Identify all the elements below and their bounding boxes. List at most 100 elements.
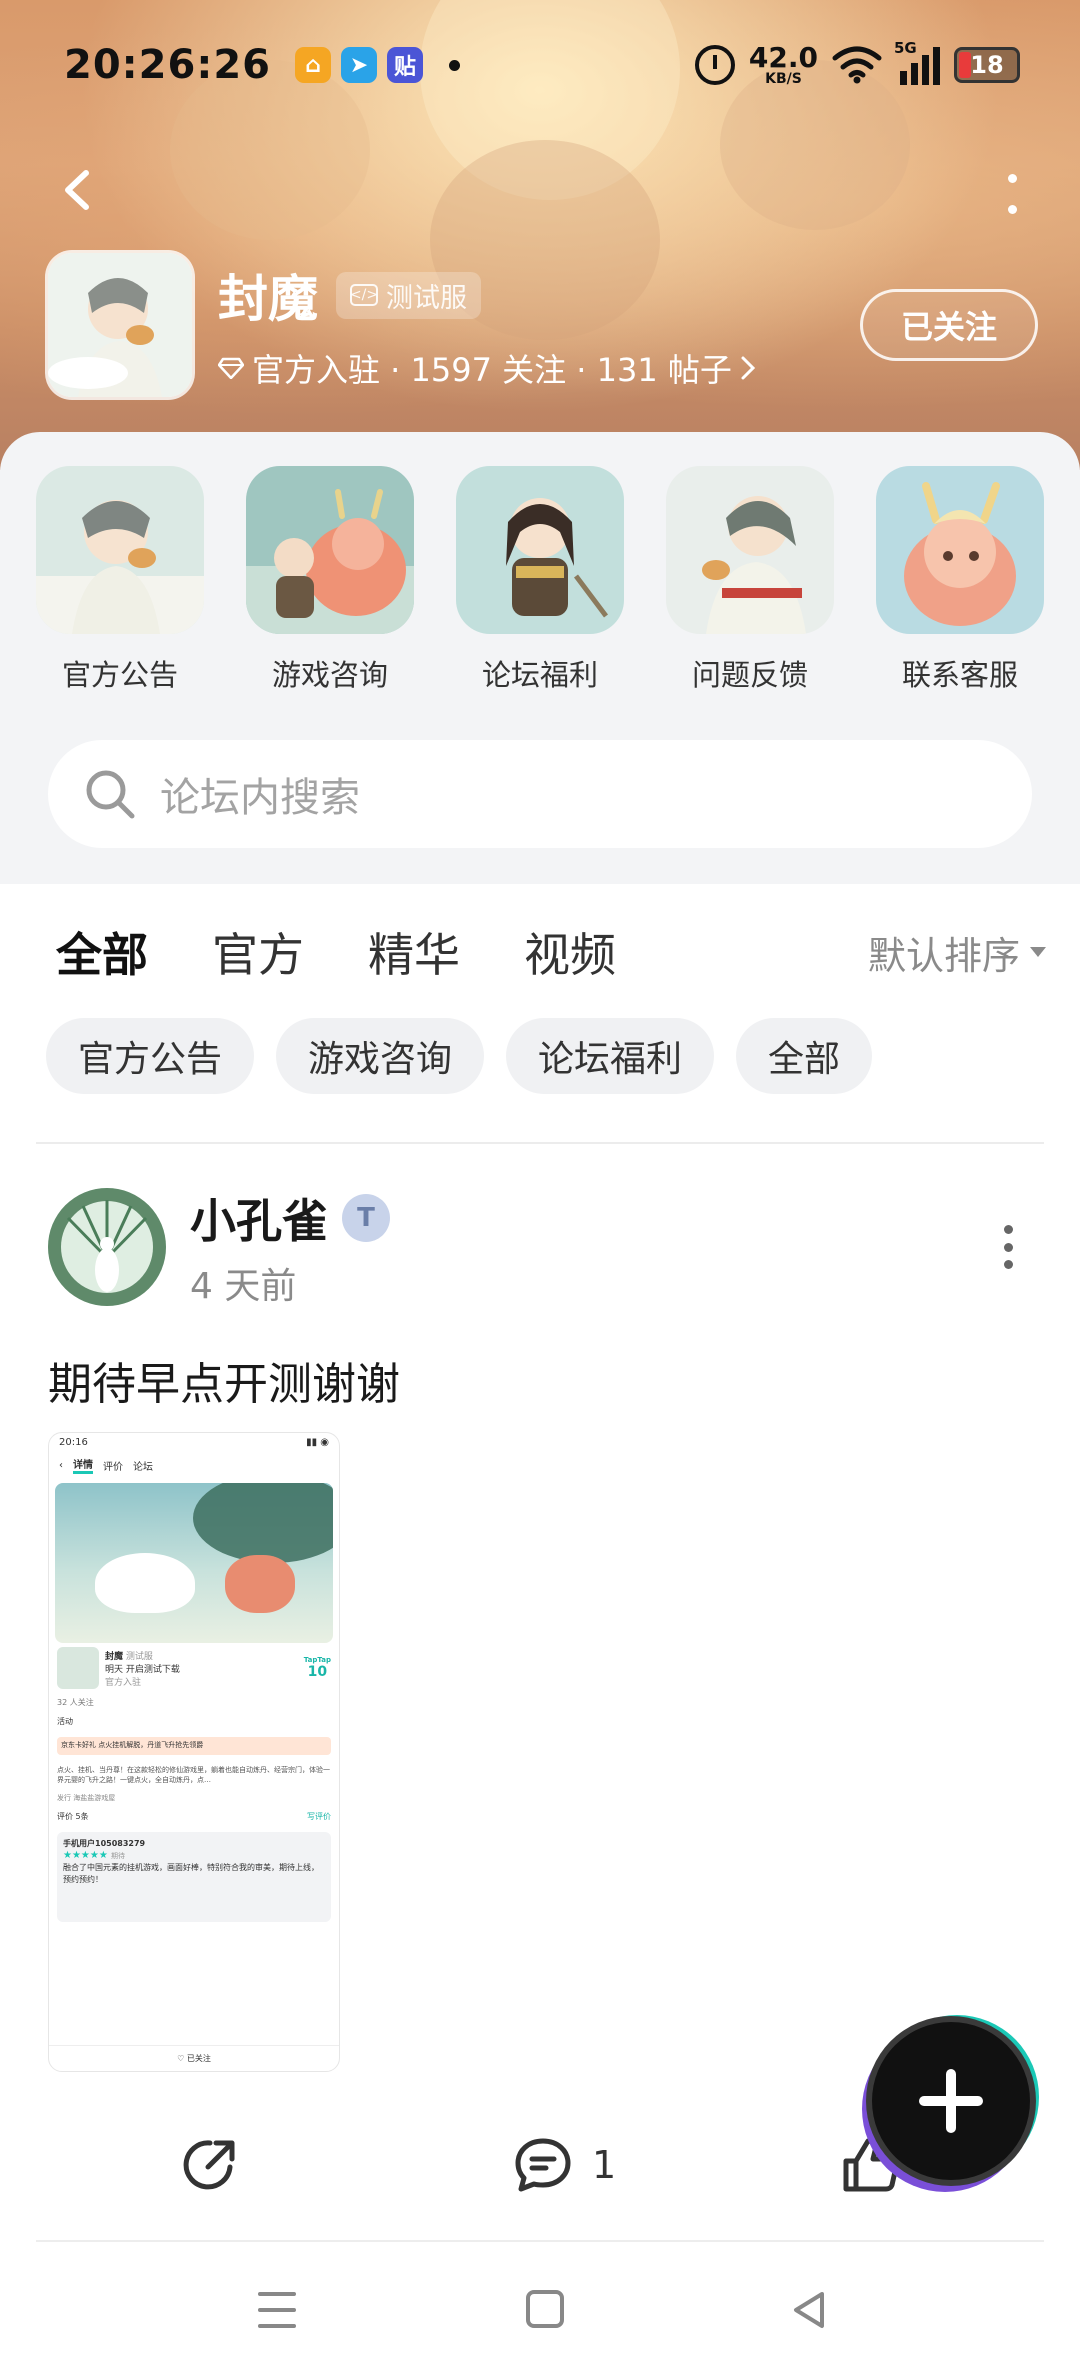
user-level-icon: T	[342, 1194, 390, 1242]
test-server-badge: </> 测试服	[336, 271, 481, 319]
back-triangle-icon[interactable]	[790, 2290, 826, 2330]
chip-official-notice[interactable]: 官方公告	[46, 1018, 255, 1094]
forum-info: 封魔 </> 测试服 官方入驻 · 1597 关注 · 131 帖子 已关注	[48, 250, 1038, 400]
mini-activity: 京东卡好礼 点火挂机解脱，丹道飞升抢先领爵	[57, 1737, 331, 1755]
post-image[interactable]: 20:16 ▮▮ ◉ ‹ 详情 评价 论坛 封魔 测试服 明天 开启测试下载 官…	[48, 1432, 340, 2072]
test-server-label: 测试服	[386, 282, 467, 314]
status-bar: 20:26:26 ⌂ ➤ 贴 42.0 KB/S 5G 18	[0, 30, 1080, 100]
mini-game-badge: 测试服	[125, 1651, 153, 1662]
shortcut-label: 官方公告	[61, 658, 178, 692]
divider	[36, 2240, 1044, 2242]
mini-game-icon	[57, 1647, 99, 1689]
status-clock: 20:26:26	[64, 42, 271, 88]
category-chips: 官方公告 游戏咨询 论坛福利 全部	[46, 1018, 873, 1094]
notification-icons: ⌂ ➤ 贴	[294, 47, 460, 83]
shortcut-game-consult-image	[246, 466, 414, 634]
avatar[interactable]	[48, 1188, 166, 1306]
battery-icon: 18	[954, 47, 1020, 83]
mini-score: 10	[307, 1664, 328, 1680]
forum-title-row: 封魔 </> 测试服	[218, 259, 756, 331]
forum-search-input[interactable]: 论坛内搜索	[48, 740, 1032, 848]
mini-back-icon: ‹	[59, 1459, 63, 1471]
home-icon[interactable]	[526, 2290, 564, 2328]
mini-review-count: 评价 5条	[57, 1812, 89, 1821]
mini-activity-label: 活动	[57, 1717, 73, 1726]
share-icon	[183, 2140, 235, 2190]
net-speed-unit: KB/S	[765, 71, 802, 87]
forum-sheet: 官方公告 游戏咨询 论坛福利 问题反馈 联系客服 论坛内搜索	[0, 432, 1080, 884]
network-type-label: 5G	[894, 39, 917, 57]
wifi-icon	[832, 46, 882, 84]
sort-label: 默认排序	[867, 933, 1020, 978]
shortcut-official-notice[interactable]: 官方公告	[36, 466, 204, 694]
post-image-screenshot: 20:16 ▮▮ ◉ ‹ 详情 评价 论坛 封魔 测试服 明天 开启测试下载 官…	[49, 1433, 339, 2071]
forum-header: 20:26:26 ⌂ ➤ 贴 42.0 KB/S 5G 18 封魔 </> 测试…	[0, 0, 1080, 470]
shortcut-customer-service[interactable]: 联系客服	[876, 466, 1044, 694]
post-content[interactable]: 期待早点开测谢谢	[48, 1348, 400, 1412]
code-icon: </>	[350, 284, 378, 306]
back-icon[interactable]	[58, 170, 98, 210]
share-button[interactable]	[180, 2135, 240, 2195]
post-more-icon[interactable]	[1002, 1225, 1014, 1269]
comment-button[interactable]: 1	[512, 2135, 616, 2195]
mini-heart-icon: ♡	[177, 2054, 187, 2063]
alarm-icon	[694, 45, 735, 85]
forum-meta[interactable]: 官方入驻 · 1597 关注 · 131 帖子	[218, 345, 756, 391]
caret-down-icon	[1030, 947, 1046, 957]
status-right: 42.0 KB/S 5G 18	[694, 39, 1020, 87]
tab-all[interactable]: 全部	[56, 919, 148, 985]
mini-bottom-follow: 已关注	[186, 2054, 211, 2063]
mini-tab-forum: 论坛	[133, 1461, 153, 1473]
shortcut-forum-benefits[interactable]: 论坛福利	[456, 466, 624, 694]
cell-signal-icon: 5G	[894, 39, 940, 85]
tab-official[interactable]: 官方	[212, 919, 304, 985]
mini-game-desc: 明天 开启测试下载	[105, 1664, 180, 1675]
mini-status-icons: ▮▮ ◉	[306, 1437, 329, 1448]
mini-tab-detail: 详情	[73, 1456, 93, 1474]
mini-footer: ♡ 已关注	[49, 2045, 339, 2071]
create-post-button[interactable]	[872, 2022, 1030, 2180]
forum-text: 封魔 </> 测试服 官方入驻 · 1597 关注 · 131 帖子	[218, 259, 756, 391]
more-options-icon[interactable]	[1002, 174, 1022, 214]
follow-button[interactable]: 已关注	[860, 289, 1038, 361]
search-icon	[86, 770, 135, 819]
comment-count: 1	[592, 2143, 617, 2187]
net-speed: 42.0 KB/S	[749, 44, 818, 87]
mini-publisher: 发行 海盐盐游戏屋	[57, 1794, 116, 1802]
shortcut-game-consult[interactable]: 游戏咨询	[246, 466, 414, 694]
comment-icon	[515, 2138, 571, 2192]
sort-dropdown[interactable]: 默认排序	[868, 925, 1046, 980]
post-time: 4 天前	[190, 1266, 297, 1307]
tab-video[interactable]: 视频	[524, 919, 616, 985]
mini-review-header: 评价 5条 写评价	[49, 1807, 339, 1826]
chip-all[interactable]: 全部	[736, 1018, 873, 1094]
search-placeholder: 论坛内搜索	[160, 775, 360, 821]
author-name[interactable]: 小孔雀	[190, 1185, 328, 1251]
shortcut-row: 官方公告 游戏咨询 论坛福利 问题反馈 联系客服	[36, 466, 1080, 694]
tab-featured[interactable]: 精华	[368, 919, 460, 985]
more-notifications-dot	[448, 59, 460, 71]
battery-level: 18	[970, 51, 1004, 79]
forum-meta-text: 官方入驻 · 1597 关注 · 131 帖子	[252, 351, 732, 389]
shortcut-feedback-image	[666, 466, 834, 634]
chip-forum-benefits[interactable]: 论坛福利	[506, 1018, 715, 1094]
mini-taptap: TapTap	[303, 1656, 331, 1664]
shortcut-feedback[interactable]: 问题反馈	[666, 466, 834, 694]
telegram-icon: ➤	[340, 47, 377, 83]
mini-review-card: 手机用户105083279 ★★★★★ 期待 融合了中国元素的挂机游戏，画面好棒…	[57, 1832, 331, 1922]
divider	[36, 1142, 1044, 1144]
mini-game-row: 封魔 测试服 明天 开启测试下载 官方入驻 TapTap 10	[49, 1643, 339, 1693]
shortcut-label: 论坛福利	[481, 658, 598, 692]
mini-status-bar: 20:16 ▮▮ ◉	[49, 1433, 339, 1453]
mini-game-info: 封魔 测试服 明天 开启测试下载 官方入驻	[105, 1649, 180, 1688]
recent-apps-icon[interactable]	[258, 2292, 296, 2328]
system-nav-bar	[0, 2270, 1080, 2350]
post-header: 小孔雀 T 4 天前	[48, 1185, 1038, 1307]
shortcut-label: 游戏咨询	[271, 658, 388, 692]
mini-review-tag: 期待	[111, 1852, 126, 1860]
mini-tabs: ‹ 详情 评价 论坛	[49, 1453, 339, 1477]
forum-avatar	[48, 253, 192, 397]
post-tabs: 全部 官方 精华 视频 默认排序	[56, 912, 1046, 992]
chip-game-consult[interactable]: 游戏咨询	[276, 1018, 485, 1094]
top-nav	[0, 160, 1080, 220]
